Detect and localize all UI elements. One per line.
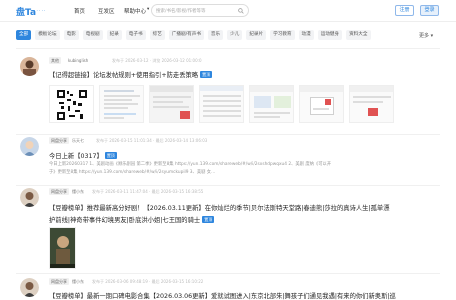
qr-code-image[interactable]	[49, 85, 94, 123]
post-title-text[interactable]: 【记得超链接】论坛发帖规则+使用指引+防走丢策略	[49, 72, 198, 79]
post-item[interactable]: 其他 kubinglish 发布于 2026-03-12 · 浏览 2026-0…	[16, 53, 440, 133]
post-category-tag[interactable]: 网盘分享	[49, 188, 69, 195]
signup-button[interactable]: 注册	[395, 5, 414, 16]
screenshot-image[interactable]	[99, 85, 144, 123]
poster-image[interactable]	[49, 227, 76, 269]
category-variety[interactable]: 综艺	[149, 30, 165, 40]
divider	[16, 134, 440, 135]
category-audio[interactable]: 广播剧/有声书	[168, 30, 204, 40]
screenshot-image[interactable]	[349, 85, 394, 123]
post-meta: 发布于 2026-03-06 09:48:19 · 最后 2026-03-15 …	[92, 279, 204, 284]
category-forum[interactable]: 模板论坛	[35, 30, 60, 40]
post-title[interactable]: 护前线|神奇带事件幻境男友|卧底洪小姐|七王国的骑士 置顶	[49, 215, 215, 224]
post-title[interactable]: 【豆瓣榜单】推荐最新高分好剧！【2026.03.11更新】在你灿烂的季节|贝尔法…	[49, 203, 390, 212]
post-meta: 发布于 2026-03-12 · 浏览 2026-03-12 01:00:0	[112, 58, 202, 63]
main-nav: 首页 互发区 帮助中心 ▾	[74, 7, 149, 15]
post-title[interactable]: 【豆瓣榜单】最新一期口碑电影合集【2026.03.06更新】爱就试图进入|东京北…	[49, 291, 396, 300]
category-music[interactable]: 音乐	[207, 30, 224, 40]
divider	[16, 185, 440, 186]
post-author[interactable]: 懂小东	[72, 189, 84, 195]
category-anime[interactable]: 动漫	[298, 30, 314, 40]
divider	[16, 48, 440, 49]
post-thumbnails	[49, 227, 76, 269]
post-thumbnails	[49, 85, 394, 123]
category-record[interactable]: 纪录	[106, 30, 122, 40]
post-author[interactable]: 乐天七	[72, 138, 84, 144]
nav-exchange[interactable]: 互发区	[98, 7, 124, 15]
login-button[interactable]: 登录	[420, 5, 439, 16]
post-title-text[interactable]: 今日上新【0317】	[49, 153, 103, 160]
pinned-badge: 置顶	[202, 216, 215, 223]
nav-help[interactable]: 帮助中心	[124, 7, 146, 15]
search-input[interactable]: 搜索/书名/影视/作者等等	[151, 4, 249, 17]
search-placeholder: 搜索/书名/影视/作者等等	[156, 9, 206, 14]
post-item[interactable]: 网盘分享 懂小东 发布于 2026-03-11 11:47:04 · 最后 20…	[16, 188, 440, 270]
post-item[interactable]: 网盘分享 懂小东 发布于 2026-03-06 09:48:19 · 最后 20…	[16, 278, 440, 300]
post-snippet: 于》更新至8集 https://yun.139.com/shareweb/#/w…	[49, 170, 216, 175]
category-tabs: 全部 模板论坛 电影 电视剧 纪录 电子书 综艺 广播剧/有声书 音乐 少儿 纪…	[16, 30, 371, 40]
post-author[interactable]: kubinglish	[68, 58, 88, 63]
post-title-text[interactable]: 护前线|神奇带事件幻境男友|卧底洪小姐|七王国的骑士	[49, 217, 200, 224]
more-categories-button[interactable]: 更多 ▾	[419, 32, 433, 39]
post-item[interactable]: 网盘分享 乐天七 发布于 2026-03-15 11:01:34 · 最后 20…	[16, 137, 440, 183]
post-meta: 发布于 2026-03-11 11:47:04 · 最后 2026-03-15 …	[92, 189, 204, 194]
chevron-down-icon: ▾	[147, 7, 150, 12]
avatar[interactable]	[20, 188, 39, 207]
avatar[interactable]	[20, 137, 39, 156]
screenshot-image[interactable]	[199, 85, 244, 123]
nav-home[interactable]: 首页	[74, 7, 98, 15]
post-category-tag[interactable]: 网盘分享	[49, 278, 69, 285]
search-icon[interactable]	[238, 8, 244, 14]
pinned-badge: 置顶	[104, 152, 117, 159]
post-author[interactable]: 懂小东	[72, 279, 84, 285]
avatar[interactable]	[20, 278, 39, 297]
category-kids[interactable]: 少儿	[227, 30, 243, 40]
category-education[interactable]: 学习教育	[270, 30, 295, 40]
avatar[interactable]	[20, 57, 39, 76]
post-category-tag[interactable]: 网盘分享	[49, 137, 69, 144]
screenshot-image[interactable]	[249, 85, 294, 123]
category-movie[interactable]: 电影	[63, 30, 79, 40]
logo-tagline: · · · · ·	[34, 8, 46, 13]
screenshot-image[interactable]	[299, 85, 344, 123]
category-ebook[interactable]: 电子书	[125, 30, 146, 40]
post-title[interactable]: 【记得超链接】论坛发帖规则+使用指引+防走丢策略 置顶	[49, 70, 213, 79]
category-all[interactable]: 全部	[16, 30, 32, 40]
post-category-tag[interactable]: 其他	[49, 57, 61, 64]
divider	[16, 273, 440, 274]
post-title[interactable]: 今日上新【0317】 置顶	[49, 151, 117, 160]
category-materials[interactable]: 资料大全	[346, 30, 371, 40]
category-tv[interactable]: 电视剧	[82, 30, 103, 40]
pinned-badge: 置顶	[200, 71, 213, 78]
category-documentary[interactable]: 纪录片	[246, 30, 267, 40]
post-snippet: 今日上新20260317 1、美剧动画《顾乐剧园 第二季》更新至8集 https…	[49, 162, 332, 167]
post-meta: 发布于 2026-03-15 11:01:34 · 最后 2026-03-14 …	[96, 138, 208, 143]
category-fitness[interactable]: 运动健身	[317, 30, 343, 40]
screenshot-image[interactable]	[149, 85, 194, 123]
